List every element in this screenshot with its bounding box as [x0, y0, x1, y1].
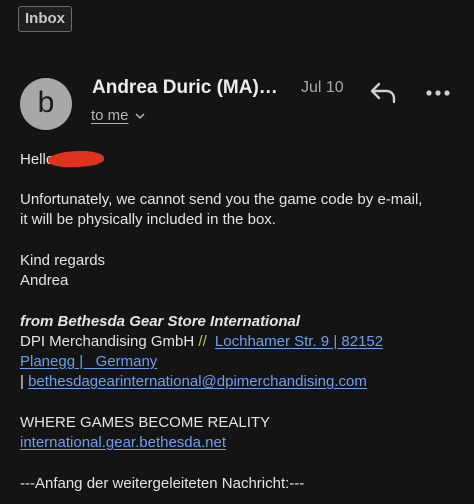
signature-legal-line: DPI Merchandising GmbH // Lochhamer Str.…: [20, 332, 383, 352]
recipient-label: to me: [91, 107, 129, 124]
signature-pipe: |: [20, 373, 24, 390]
signature-separator: //: [198, 333, 207, 350]
website-link[interactable]: international.gear.bethesda.net: [20, 434, 226, 451]
signature-email-line: | bethesdagearinternational@dpimerchandi…: [20, 372, 367, 392]
sender-avatar[interactable]: b: [20, 78, 72, 130]
forwarded-header: ---Anfang der weitergeleiteten Nachricht…: [20, 475, 305, 492]
chevron-down-icon: [134, 112, 145, 119]
regards-line: Kind regards: [20, 252, 106, 269]
redaction-scribble: [47, 149, 105, 169]
message-line-1: Unfortunately, we cannot send you the ga…: [20, 191, 423, 208]
address-link-1[interactable]: Lochhamer Str. 9 | 82152: [215, 333, 383, 350]
signature-address-line: Planegg | Germany: [20, 352, 157, 372]
signature-company: from Bethesda Gear Store International: [20, 313, 301, 330]
greeting-line: Hello: [20, 149, 105, 170]
slogan-text: WHERE GAMES BECOME REALITY: [20, 414, 271, 431]
more-horizontal-icon: [426, 90, 450, 96]
sender-first-name: Andrea: [20, 272, 69, 289]
reply-button[interactable]: [368, 80, 398, 106]
reply-arrow-icon: [370, 82, 396, 104]
signature-email-link[interactable]: bethesdagearinternational@dpimerchandisi…: [28, 373, 367, 390]
more-options-button[interactable]: [424, 80, 452, 106]
address-link-2[interactable]: Planegg | Germany: [20, 353, 157, 370]
inbox-label-chip[interactable]: Inbox: [18, 6, 72, 32]
website-line: international.gear.bethesda.net: [20, 433, 226, 453]
message-line-2: it will be physically included in the bo…: [20, 211, 276, 228]
recipient-toggle[interactable]: to me: [91, 107, 145, 124]
sender-name[interactable]: Andrea Duric (MA)…: [92, 77, 278, 99]
message-date: Jul 10: [301, 79, 344, 96]
signature-legal-name: DPI Merchandising GmbH: [20, 333, 195, 350]
